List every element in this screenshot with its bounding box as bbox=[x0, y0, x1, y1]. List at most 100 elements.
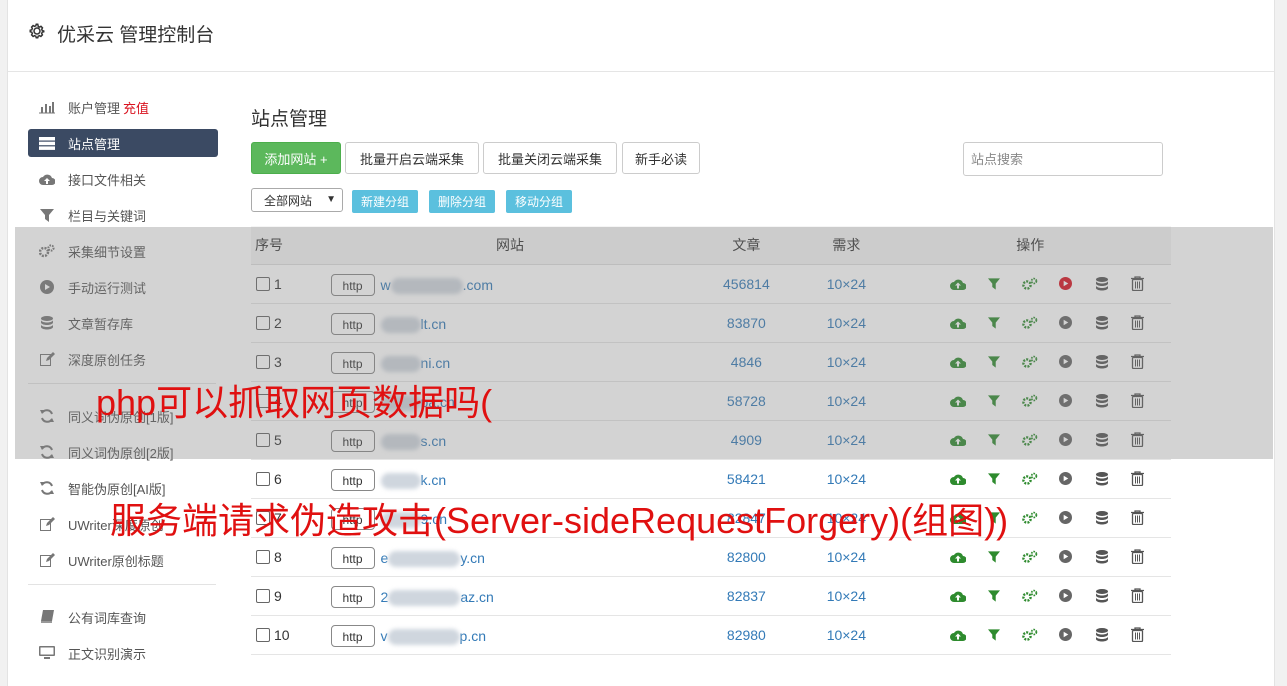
sidebar-item-13[interactable]: UWriter原创标题 bbox=[28, 546, 218, 574]
cogs-icon[interactable] bbox=[1012, 277, 1048, 291]
filter-icon[interactable] bbox=[976, 277, 1012, 290]
database-icon[interactable] bbox=[1084, 315, 1120, 330]
sidebar-item-5[interactable]: 采集细节设置 bbox=[28, 237, 218, 265]
site-link[interactable]: ni.cn bbox=[380, 355, 450, 373]
trash-icon[interactable] bbox=[1120, 627, 1156, 642]
play-icon[interactable] bbox=[1048, 511, 1084, 524]
recharge-link[interactable]: 充值 bbox=[123, 98, 149, 117]
row-checkbox[interactable] bbox=[256, 316, 270, 331]
play-icon[interactable] bbox=[1048, 394, 1084, 407]
sidebar-item-1[interactable]: 账户管理 充值 bbox=[28, 93, 218, 121]
site-link[interactable]: k.cn bbox=[380, 472, 446, 490]
group-select[interactable]: 全部网站 ▼ bbox=[251, 188, 343, 212]
filter-icon[interactable] bbox=[976, 628, 1012, 641]
sidebar-item-2[interactable]: 站点管理 bbox=[28, 129, 218, 157]
filter-icon[interactable] bbox=[976, 433, 1012, 446]
database-icon[interactable] bbox=[1084, 471, 1120, 486]
newbie-guide-button[interactable]: 新手必读 bbox=[622, 142, 700, 174]
database-icon[interactable] bbox=[1084, 393, 1120, 408]
database-icon[interactable] bbox=[1084, 588, 1120, 603]
sidebar-item-7[interactable]: 文章暂存库 bbox=[28, 309, 218, 337]
cogs-icon[interactable] bbox=[1012, 355, 1048, 369]
add-site-button[interactable]: 添加网站 + bbox=[251, 142, 341, 174]
cogs-icon[interactable] bbox=[1012, 550, 1048, 564]
site-link[interactable]: e y.cn bbox=[381, 550, 485, 568]
row-checkbox[interactable] bbox=[256, 355, 270, 370]
site-link[interactable]: w .com bbox=[381, 277, 493, 295]
play-icon[interactable] bbox=[1048, 277, 1084, 290]
sidebar-item-label: 采集细节设置 bbox=[68, 244, 147, 260]
cogs-icon[interactable] bbox=[1012, 628, 1048, 642]
database-icon[interactable] bbox=[1084, 432, 1120, 447]
sidebar-item-4[interactable]: 栏目与关键词 bbox=[28, 201, 218, 229]
play-icon[interactable] bbox=[1048, 550, 1084, 563]
play-icon[interactable] bbox=[1048, 433, 1084, 446]
row-checkbox[interactable] bbox=[256, 472, 270, 487]
database-icon[interactable] bbox=[1084, 354, 1120, 369]
site-link[interactable]: v p.cn bbox=[381, 628, 486, 646]
cogs-icon[interactable] bbox=[1012, 472, 1048, 486]
cogs-icon[interactable] bbox=[1012, 511, 1048, 525]
trash-icon[interactable] bbox=[1120, 276, 1156, 291]
trash-icon[interactable] bbox=[1120, 549, 1156, 564]
site-link[interactable]: lt.cn bbox=[380, 316, 446, 334]
play-icon[interactable] bbox=[1048, 316, 1084, 329]
filter-icon[interactable] bbox=[976, 355, 1012, 368]
play-icon[interactable] bbox=[1048, 628, 1084, 641]
trash-icon[interactable] bbox=[1120, 510, 1156, 525]
sidebar-item-15[interactable]: 正文识别演示 bbox=[28, 639, 218, 667]
cogs-icon[interactable] bbox=[1012, 394, 1048, 408]
filter-icon[interactable] bbox=[976, 550, 1012, 563]
database-icon[interactable] bbox=[1084, 549, 1120, 564]
row-checkbox[interactable] bbox=[256, 628, 270, 643]
cogs-icon[interactable] bbox=[1012, 316, 1048, 330]
sidebar-item-14[interactable]: 公有词库查询 bbox=[28, 603, 218, 631]
sidebar-item-6[interactable]: 手动运行测试 bbox=[28, 273, 218, 301]
trash-icon[interactable] bbox=[1120, 393, 1156, 408]
table-header-row: 序号 网站 文章 需求 操作 bbox=[251, 226, 1171, 265]
play-icon[interactable] bbox=[1048, 589, 1084, 602]
cloud-upload-icon[interactable] bbox=[940, 356, 976, 368]
cloud-upload-icon[interactable] bbox=[940, 551, 976, 563]
site-search-input[interactable] bbox=[963, 142, 1163, 176]
filter-icon[interactable] bbox=[976, 472, 1012, 485]
row-checkbox[interactable] bbox=[256, 277, 270, 292]
sidebar-item-8[interactable]: 深度原创任务 bbox=[28, 345, 218, 373]
database-icon[interactable] bbox=[1084, 276, 1120, 291]
row-checkbox[interactable] bbox=[256, 550, 270, 565]
trash-icon[interactable] bbox=[1120, 354, 1156, 369]
cogs-icon[interactable] bbox=[1012, 589, 1048, 603]
cloud-upload-icon[interactable] bbox=[940, 278, 976, 290]
cloud-upload-icon[interactable] bbox=[940, 434, 976, 446]
cogs-icon[interactable] bbox=[1012, 433, 1048, 447]
row-checkbox[interactable] bbox=[256, 589, 270, 604]
new-group-button[interactable]: 新建分组 bbox=[352, 190, 418, 213]
cloud-upload-icon[interactable] bbox=[940, 590, 976, 602]
trash-icon[interactable] bbox=[1120, 471, 1156, 486]
move-group-button[interactable]: 移动分组 bbox=[506, 190, 572, 213]
filter-icon[interactable] bbox=[976, 394, 1012, 407]
delete-group-button[interactable]: 删除分组 bbox=[429, 190, 495, 213]
batch-open-cloud-button[interactable]: 批量开启云端采集 bbox=[345, 142, 479, 174]
sidebar-item-label: 正文识别演示 bbox=[68, 646, 147, 662]
filter-icon[interactable] bbox=[976, 316, 1012, 329]
cloud-upload-icon[interactable] bbox=[940, 629, 976, 641]
play-icon[interactable] bbox=[1048, 355, 1084, 368]
sidebar-item-10[interactable]: 同义词伪原创[2版] bbox=[28, 438, 218, 466]
site-link[interactable]: s.cn bbox=[380, 433, 446, 451]
play-icon[interactable] bbox=[1048, 472, 1084, 485]
database-icon[interactable] bbox=[1084, 510, 1120, 525]
database-icon[interactable] bbox=[1084, 627, 1120, 642]
trash-icon[interactable] bbox=[1120, 432, 1156, 447]
filter-icon[interactable] bbox=[976, 589, 1012, 602]
sidebar-item-3[interactable]: 接口文件相关 bbox=[28, 165, 218, 193]
site-link[interactable]: 2 az.cn bbox=[381, 589, 494, 607]
gear-icon[interactable] bbox=[28, 22, 46, 40]
row-checkbox[interactable] bbox=[256, 433, 270, 448]
cloud-upload-icon[interactable] bbox=[940, 317, 976, 329]
trash-icon[interactable] bbox=[1120, 315, 1156, 330]
cloud-upload-icon[interactable] bbox=[940, 473, 976, 485]
cloud-upload-icon[interactable] bbox=[940, 395, 976, 407]
batch-close-cloud-button[interactable]: 批量关闭云端采集 bbox=[483, 142, 617, 174]
trash-icon[interactable] bbox=[1120, 588, 1156, 603]
